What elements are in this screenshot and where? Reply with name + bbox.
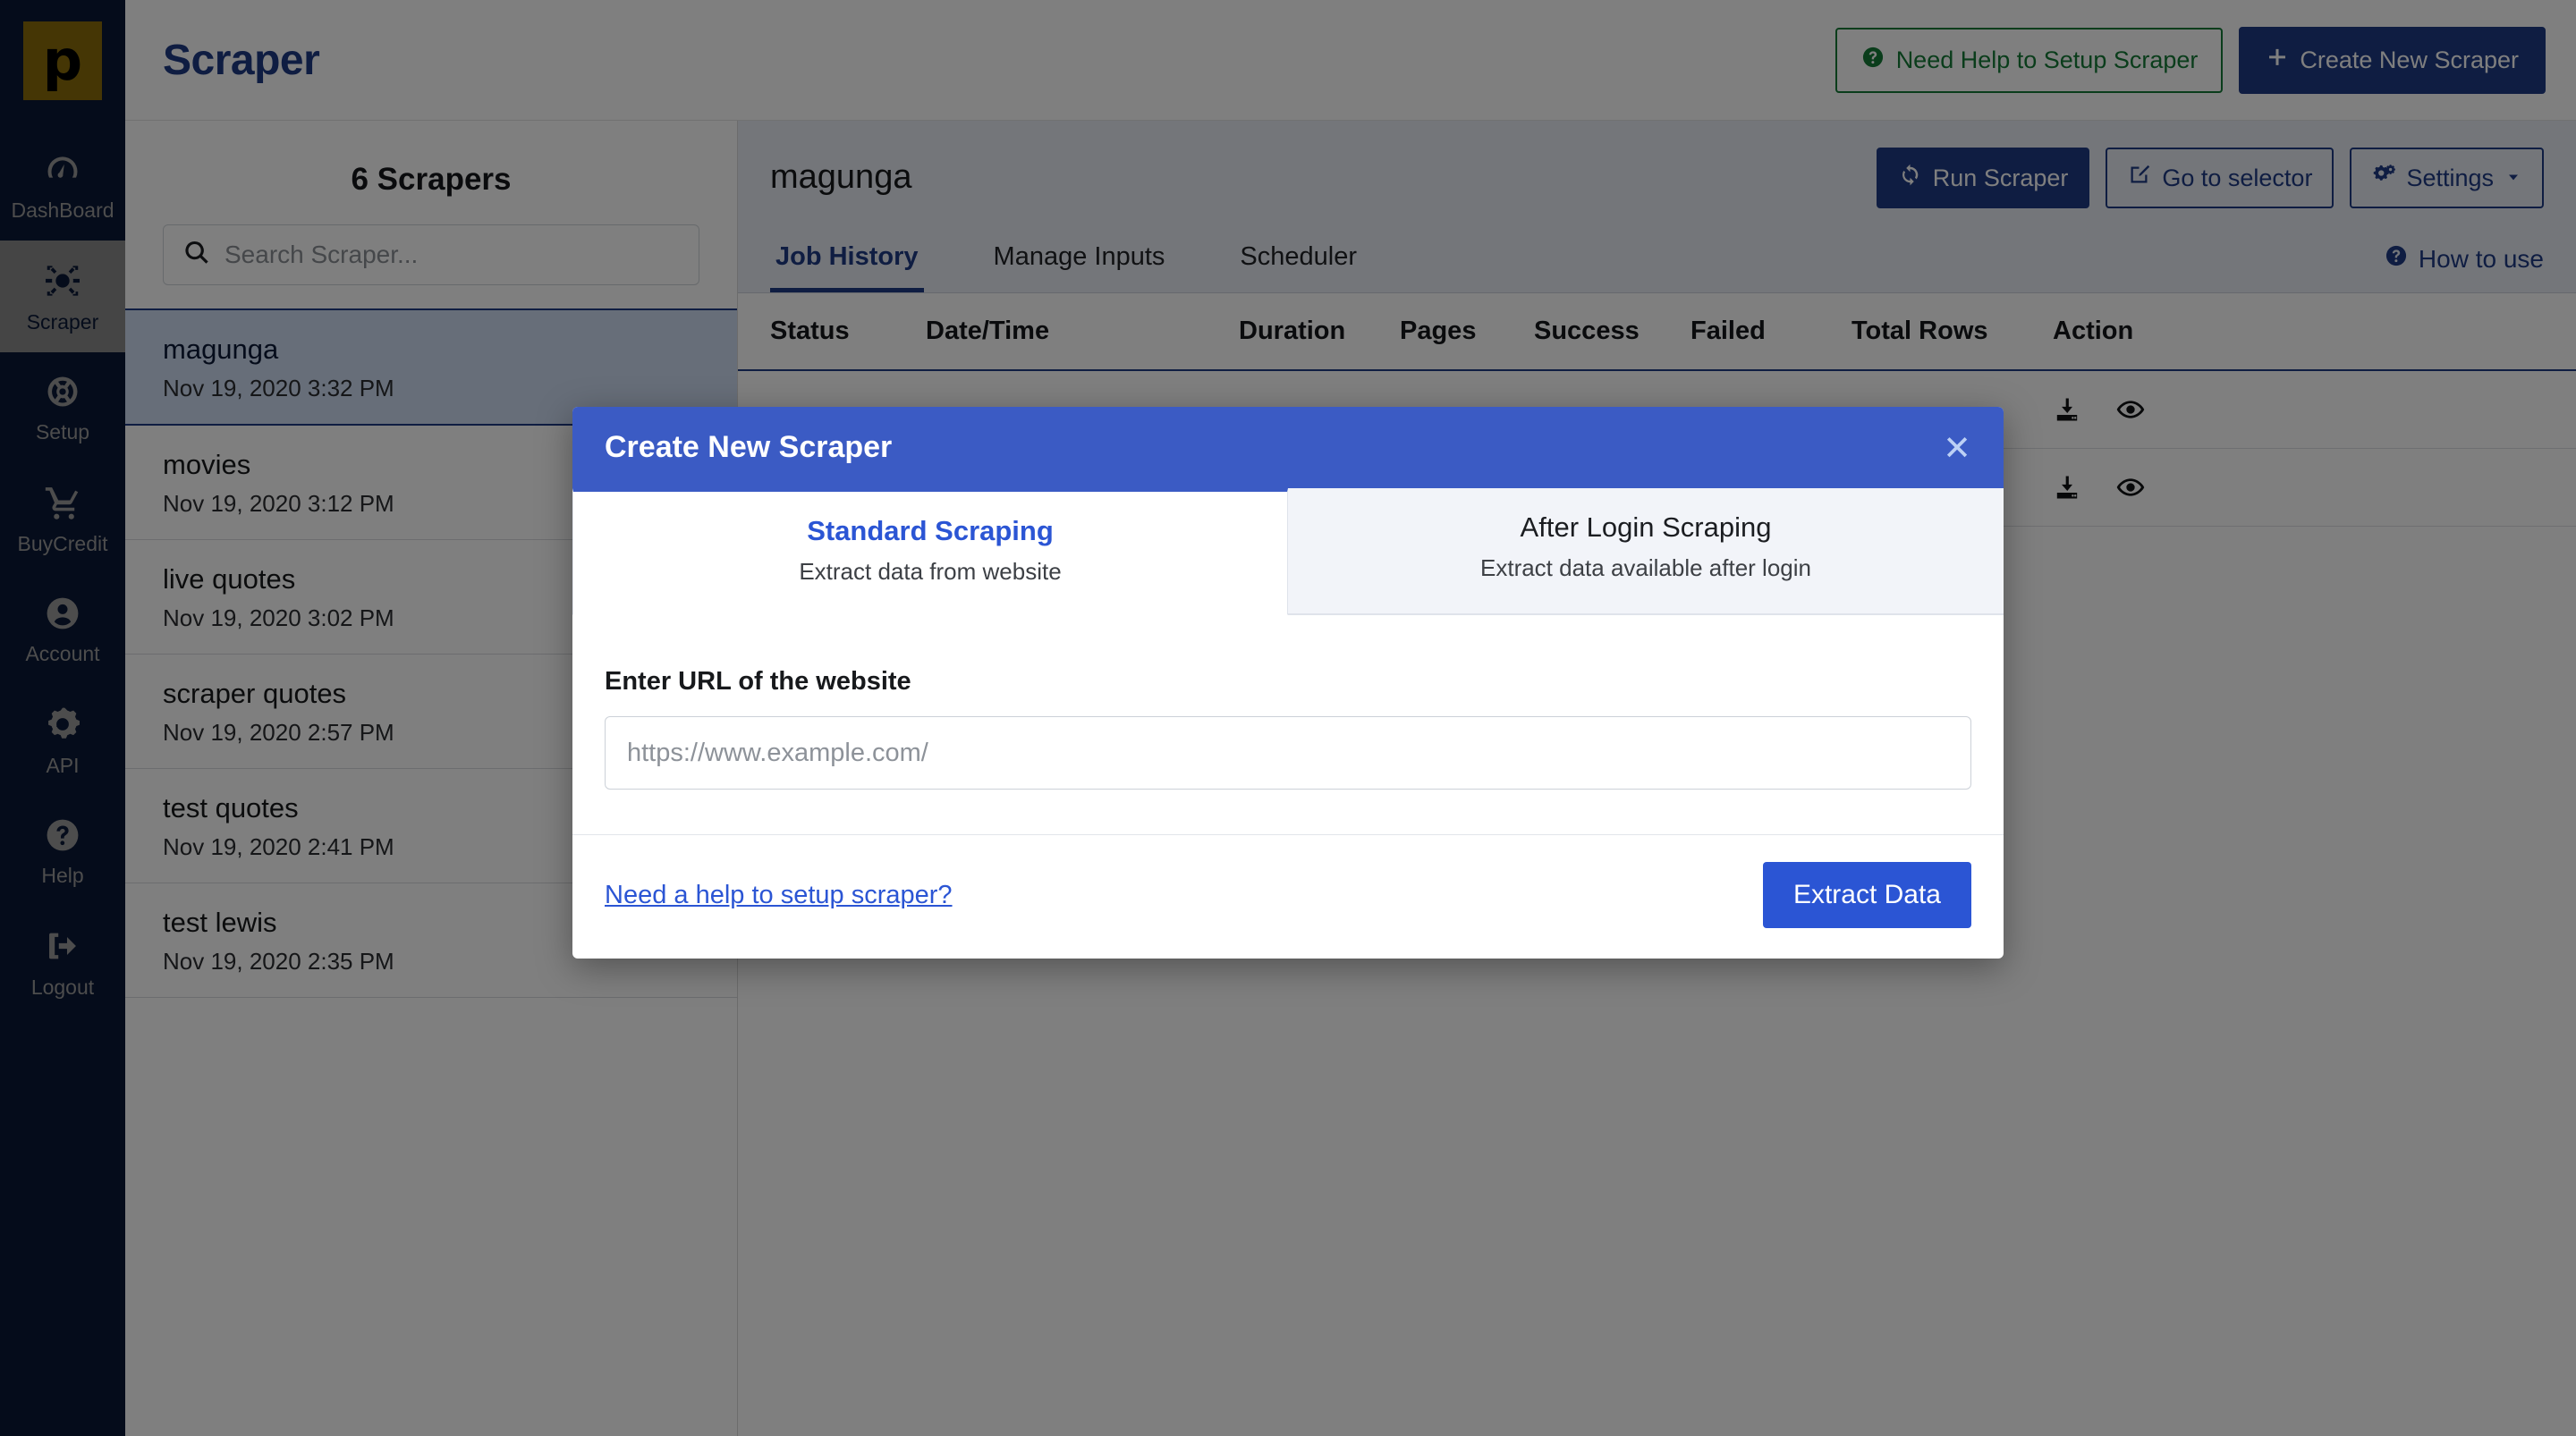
tab-standard-scraping[interactable]: Standard Scraping Extract data from webs… [572, 488, 1288, 615]
tab-after-login-scraping-title: After Login Scraping [1520, 511, 1772, 543]
close-icon[interactable]: ✕ [1943, 431, 1971, 465]
tab-standard-scraping-subtitle: Extract data from website [799, 558, 1062, 585]
tab-after-login-scraping-subtitle: Extract data available after login [1480, 554, 1811, 581]
tab-after-login-scraping[interactable]: After Login Scraping Extract data availa… [1288, 488, 2004, 614]
need-help-setup-scraper-link[interactable]: Need a help to setup scraper? [605, 881, 953, 910]
modal-tabs: Standard Scraping Extract data from webs… [572, 488, 2004, 615]
extract-data-button[interactable]: Extract Data [1762, 862, 1971, 928]
tab-standard-scraping-title: Standard Scraping [807, 515, 1054, 546]
url-input[interactable] [605, 716, 1971, 790]
modal-body: Enter URL of the website [572, 615, 2004, 834]
modal-footer: Need a help to setup scraper? Extract Da… [572, 834, 2004, 959]
create-new-scraper-modal: Create New Scraper ✕ Standard Scraping E… [572, 407, 2004, 959]
modal-header: Create New Scraper ✕ [572, 407, 2004, 488]
app-root: p DashBoard Scraper Setup BuyCredit [0, 0, 2576, 1436]
modal-title: Create New Scraper [605, 430, 893, 464]
url-field-label: Enter URL of the website [605, 667, 911, 696]
